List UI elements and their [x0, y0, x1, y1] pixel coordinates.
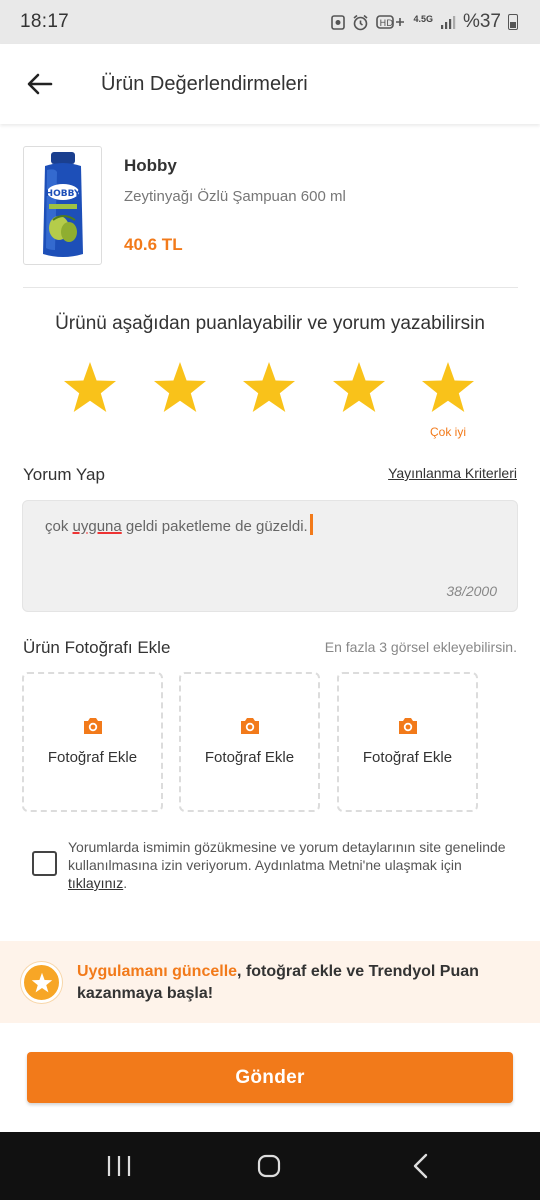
star-5-icon[interactable] — [420, 360, 476, 416]
promo-text: Uygulamanı güncelle, fotoğraf ekle ve Tr… — [77, 963, 479, 1002]
alarm-icon — [353, 14, 368, 30]
star-badge-icon — [21, 962, 62, 1003]
network-type-label: 4.5G — [413, 13, 433, 24]
page-title: Ürün Değerlendirmeleri — [101, 72, 308, 95]
rating-prompt: Ürünü aşağıdan puanlayabilir ve yorum ya… — [55, 313, 485, 334]
product-brand: Hobby — [124, 156, 177, 175]
char-counter: 38/2000 — [446, 583, 497, 599]
app-header: Ürün Değerlendirmeleri — [0, 44, 540, 124]
photo-section-title: Ürün Fotoğrafı Ekle — [23, 638, 171, 657]
back-button[interactable] — [0, 44, 80, 124]
consent-text: Yorumlarda ismimin gözükmesine ve yorum … — [68, 839, 506, 891]
star-2-icon[interactable] — [152, 360, 208, 416]
notification-icon — [331, 15, 346, 30]
recent-apps-icon[interactable] — [104, 1152, 134, 1180]
add-photo-label: Fotoğraf Ekle — [204, 749, 295, 766]
comment-text: çok uyguna geldi paketleme de güzeldi. — [45, 514, 313, 535]
misspelled-word: uyguna — [72, 518, 122, 535]
product-summary: HOBBY Hobby Zeytinyağı Özlü Şampuan 600 … — [23, 146, 518, 266]
product-image: HOBBY — [23, 146, 102, 265]
battery-percent: %37 — [462, 11, 501, 32]
divider — [23, 287, 518, 288]
consent-checkbox[interactable] — [32, 851, 57, 876]
star-3-icon[interactable] — [241, 360, 297, 416]
product-name: Zeytinyağı Özlü Şampuan 600 ml — [124, 188, 346, 205]
signal-icon — [440, 16, 456, 29]
add-photo-button-1[interactable]: Fotoğraf Ekle — [22, 672, 163, 812]
camera-icon — [83, 718, 102, 734]
shampoo-bottle-icon: HOBBY — [42, 151, 83, 257]
arrow-left-icon — [27, 73, 53, 95]
add-photo-button-3[interactable]: Fotoğraf Ekle — [337, 672, 478, 812]
volte-icon: HD — [376, 15, 405, 29]
privacy-notice-link[interactable]: tıklayınız — [68, 875, 123, 891]
star-rating[interactable] — [60, 360, 490, 420]
submit-button[interactable]: Gönder — [27, 1052, 513, 1103]
camera-icon — [398, 718, 417, 734]
product-image-brand: HOBBY — [45, 189, 80, 199]
status-time: 18:17 — [20, 11, 70, 32]
battery-icon — [508, 14, 518, 30]
svg-text:HD: HD — [380, 19, 394, 29]
add-photo-button-2[interactable]: Fotoğraf Ekle — [179, 672, 320, 812]
product-price: 40.6 TL — [124, 235, 183, 254]
photo-limit-hint: En fazla 3 görsel ekleyebilirsin. — [324, 639, 517, 655]
update-app-banner[interactable]: Uygulamanı güncelle, fotoğraf ekle ve Tr… — [0, 941, 540, 1023]
comment-title: Yorum Yap — [23, 465, 105, 484]
home-icon[interactable] — [254, 1152, 284, 1180]
status-bar: 18:17 HD 4.5G %37 — [0, 0, 540, 44]
status-icons: HD 4.5G %37 — [331, 11, 518, 33]
publishing-criteria-link[interactable]: Yayınlanma Kriterleri — [388, 465, 517, 481]
add-photo-label: Fotoğraf Ekle — [47, 749, 138, 766]
promo-highlight: Uygulamanı güncelle — [77, 963, 238, 980]
back-nav-icon[interactable] — [406, 1152, 436, 1180]
comment-textarea[interactable]: çok uyguna geldi paketleme de güzeldi. 3… — [22, 500, 518, 612]
star-4-icon[interactable] — [331, 360, 387, 416]
system-nav-bar — [0, 1132, 540, 1200]
rating-label: Çok iyi — [429, 425, 466, 439]
camera-icon — [240, 718, 259, 734]
text-caret — [309, 514, 313, 535]
star-1-icon[interactable] — [62, 360, 118, 416]
add-photo-label: Fotoğraf Ekle — [362, 749, 453, 766]
